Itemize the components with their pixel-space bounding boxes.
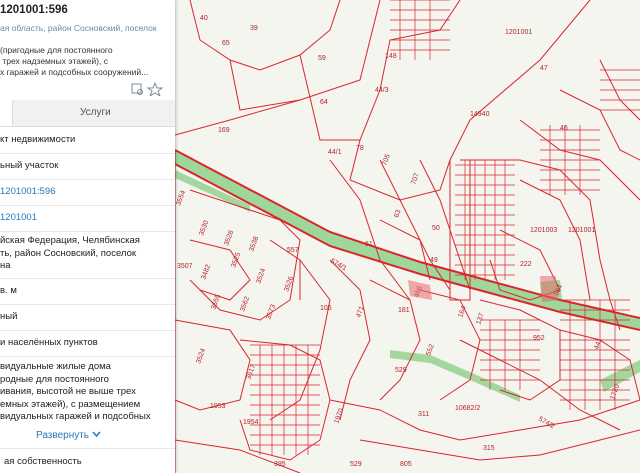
- parcel-label: 40: [200, 15, 208, 22]
- tab-info[interactable]: [0, 100, 13, 126]
- info-panel: 1201001:596 ая область, район Сосновский…: [0, 0, 175, 473]
- parcel-label: 1953: [210, 403, 226, 410]
- parcel-label: 1954: [243, 419, 259, 426]
- row-cadastral-quarter[interactable]: 1201001: [0, 205, 175, 232]
- parcel-label: 557: [287, 247, 299, 254]
- row-permitted-use: видуальные жилые дома родные для постоян…: [0, 356, 175, 426]
- parcel-label: 50: [432, 225, 440, 232]
- tab-services[interactable]: Услуги: [80, 107, 111, 118]
- expand-button[interactable]: Развернуть: [36, 430, 101, 441]
- parcel-label: 805: [400, 461, 412, 468]
- expand-bar: Развернуть: [0, 426, 175, 448]
- parcel-label: 46: [560, 125, 568, 132]
- chevron-down-icon: [89, 430, 101, 441]
- parcel-label: 64: [320, 99, 328, 106]
- row-land-category: и населённых пунктов: [0, 330, 175, 357]
- expand-label: Развернуть: [36, 430, 90, 441]
- parcel-label: 44/1: [328, 149, 342, 156]
- parcel-label: 1201001: [505, 29, 532, 36]
- cadastral-number-title: 1201001:596: [0, 4, 68, 16]
- row-text: ая собственность: [4, 456, 82, 467]
- row-text: кт недвижимости: [0, 134, 76, 145]
- row-category: ьный участок: [0, 153, 175, 180]
- parcel-label: 44/3: [375, 87, 389, 94]
- row-text: ный: [0, 311, 18, 322]
- row-text: йская Федерация, Челябинская ть, район С…: [0, 235, 140, 271]
- parcel-label: 529: [395, 367, 407, 374]
- parcel-label: 49: [430, 257, 438, 264]
- row-text: и населённых пунктов: [0, 337, 98, 348]
- parcel-label: 65: [222, 40, 230, 47]
- row-link[interactable]: 1201001:596: [0, 186, 55, 199]
- parcel-label: 952: [533, 335, 545, 342]
- row-object-type: кт недвижимости: [0, 127, 175, 154]
- parcel-label: 14940: [470, 111, 490, 118]
- row-address: йская Федерация, Челябинская ть, район С…: [0, 231, 175, 279]
- parcel-label: 1201003: [530, 227, 557, 234]
- row-area: в. м: [0, 278, 175, 305]
- parcel-label: 47: [540, 65, 548, 72]
- parcel-label: 311: [418, 411, 429, 418]
- row-cadastral-number[interactable]: 1201001:596: [0, 179, 175, 206]
- row-text: видуальные жилые дома родные для постоян…: [0, 361, 151, 422]
- parcel-label: 105: [320, 305, 332, 312]
- address-line: ая область, район Сосновский, поселок: [0, 23, 157, 33]
- parcel-label: 169: [218, 127, 230, 134]
- parcel-label: 148: [385, 53, 397, 60]
- map-locate-icon[interactable]: [131, 83, 143, 95]
- parcel-label: 1201001: [568, 227, 595, 234]
- parcel-label: 181: [398, 307, 410, 314]
- parcel-description: (пригодные для постоянного трех надземны…: [0, 45, 149, 77]
- row-text: ьный участок: [0, 160, 59, 171]
- row-link[interactable]: 1201001: [0, 212, 37, 225]
- parcel-label: 61: [365, 241, 373, 248]
- row-ownership: ая собственность: [0, 448, 175, 473]
- parcel-label: 395: [274, 461, 286, 468]
- star-icon[interactable]: [146, 81, 164, 98]
- parcel-label: 529: [350, 461, 362, 468]
- parcel-label: 3507: [177, 263, 193, 270]
- parcel-label: 10682/2: [455, 405, 480, 412]
- parcel-label: 59: [318, 55, 326, 62]
- parcel-label: 78: [356, 145, 364, 152]
- panel-tabs: Услуги: [0, 100, 175, 127]
- parcel-label: 222: [520, 261, 532, 268]
- parcel-label: 315: [483, 445, 495, 452]
- row-text: в. м: [0, 285, 17, 296]
- row-status: ный: [0, 304, 175, 331]
- panel-icons: [130, 81, 170, 98]
- parcel-label: 39: [250, 25, 258, 32]
